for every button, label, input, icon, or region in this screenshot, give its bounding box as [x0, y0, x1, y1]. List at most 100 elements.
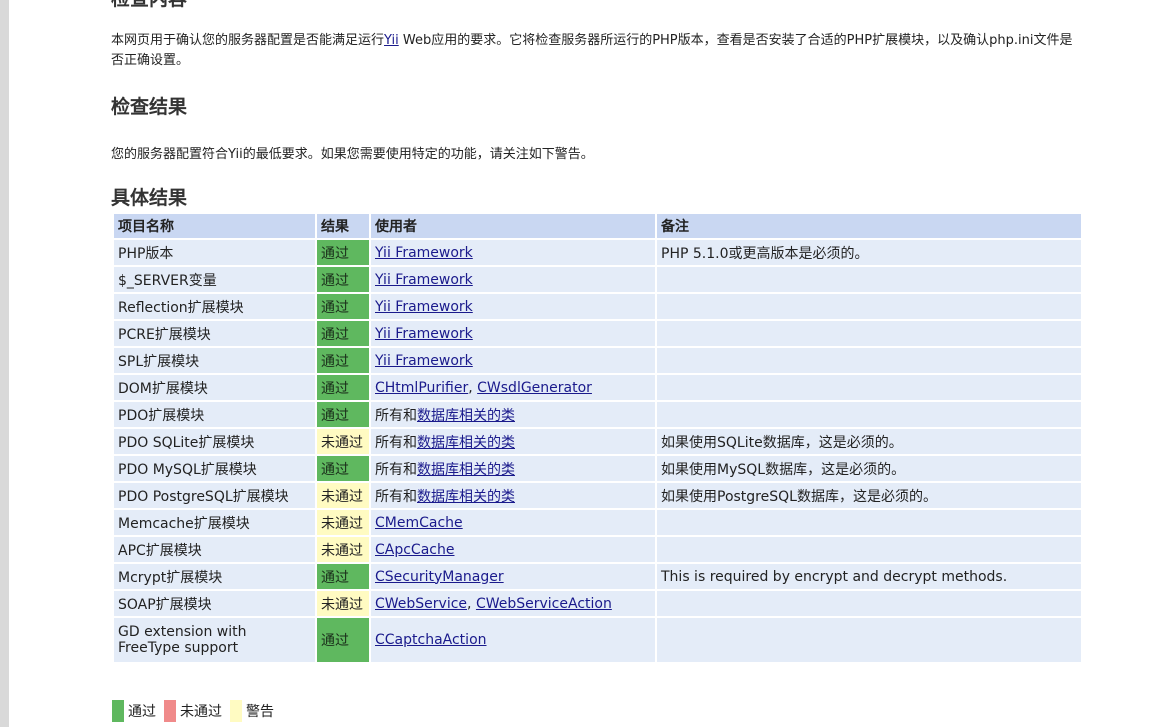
result-summary: 您的服务器配置符合Yii的最低要求。如果您需要使用特定的功能，请关注如下警告。	[111, 147, 594, 162]
intro-text-before: 本网页用于确认您的服务器配置是否能满足运行	[111, 33, 385, 48]
legend-label: 通过	[128, 704, 156, 720]
row-used-by: Yii Framework	[371, 267, 655, 292]
table-row: DOM扩展模块 通过 CHtmlPurifier, CWsdlGenerator	[114, 375, 1081, 400]
row-name: PDO SQLite扩展模块	[114, 429, 315, 454]
used-by-prefix: 所有和	[375, 461, 417, 478]
status-warn-cell: 未通过	[317, 537, 369, 562]
used-by-link[interactable]: 数据库相关的类	[417, 462, 515, 478]
row-name: PHP版本	[114, 240, 315, 265]
row-memo	[657, 618, 1081, 662]
used-by-link[interactable]: CHtmlPurifier	[375, 380, 468, 396]
table-row: SOAP扩展模块 未通过 CWebService, CWebServiceActio…	[114, 591, 1081, 616]
left-edge-bar	[0, 0, 9, 727]
row-memo	[657, 321, 1081, 346]
row-memo: This is required by encrypt and decrypt …	[657, 564, 1081, 589]
row-memo: 如果使用SQLite数据库，这是必须的。	[657, 429, 1081, 454]
status-pass-cell: 通过	[317, 321, 369, 346]
used-by-link[interactable]: CMemCache	[375, 515, 463, 531]
row-memo	[657, 375, 1081, 400]
row-name: DOM扩展模块	[114, 375, 315, 400]
row-used-by: CCaptchaAction	[371, 618, 655, 662]
used-by-prefix: 所有和	[375, 407, 417, 424]
link-separator: ,	[468, 379, 478, 396]
used-by-link[interactable]: Yii Framework	[375, 272, 473, 288]
row-name: SPL扩展模块	[114, 348, 315, 373]
used-by-link[interactable]: CSecurityManager	[375, 569, 504, 585]
table-row: PCRE扩展模块 通过 Yii Framework	[114, 321, 1081, 346]
row-used-by: Yii Framework	[371, 321, 655, 346]
row-name: PDO PostgreSQL扩展模块	[114, 483, 315, 508]
legend-label: 未通过	[180, 704, 222, 720]
row-memo	[657, 294, 1081, 319]
used-by-prefix: 所有和	[375, 434, 417, 451]
row-memo: PHP 5.1.0或更高版本是必须的。	[657, 240, 1081, 265]
status-pass-cell: 通过	[317, 564, 369, 589]
intro-paragraph: 本网页用于确认您的服务器配置是否能满足运行Yii Web应用的要求。它将检查服务…	[111, 31, 1076, 71]
used-by-link[interactable]: Yii Framework	[375, 299, 473, 315]
used-by-link[interactable]: CApcCache	[375, 542, 454, 558]
table-row: Mcrypt扩展模块 通过 CSecurityManager This is requ…	[114, 564, 1081, 589]
table-header-row: 项目名称 结果 使用者 备注	[114, 214, 1081, 238]
row-name: SOAP扩展模块	[114, 591, 315, 616]
row-used-by: Yii Framework	[371, 294, 655, 319]
table-row: PDO扩展模块 通过 所有和数据库相关的类	[114, 402, 1081, 427]
row-name: $_SERVER变量	[114, 267, 315, 292]
table-row: PHP版本 通过 Yii Framework PHP 5.1.0或更高版本是必须的。	[114, 240, 1081, 265]
status-pass-cell: 通过	[317, 375, 369, 400]
used-by-link[interactable]: CWebService	[375, 596, 467, 612]
row-used-by: 所有和数据库相关的类	[371, 402, 655, 427]
row-used-by: CMemCache	[371, 510, 655, 535]
row-used-by: 所有和数据库相关的类	[371, 483, 655, 508]
row-memo	[657, 591, 1081, 616]
legend: 通过 未通过 警告	[112, 700, 282, 722]
header-result: 结果	[317, 214, 369, 238]
status-pass-cell: 通过	[317, 456, 369, 481]
row-used-by: 所有和数据库相关的类	[371, 456, 655, 481]
header-name: 项目名称	[114, 214, 315, 238]
results-table: 项目名称 结果 使用者 备注 PHP版本 通过 Yii Framework PHP 5…	[112, 212, 1083, 664]
used-by-link[interactable]: Yii Framework	[375, 245, 473, 261]
row-memo: 如果使用MySQL数据库，这是必须的。	[657, 456, 1081, 481]
used-by-link[interactable]: CWebServiceAction	[476, 596, 612, 612]
row-used-by: Yii Framework	[371, 348, 655, 373]
table-row: $_SERVER变量 通过 Yii Framework	[114, 267, 1081, 292]
row-memo	[657, 402, 1081, 427]
table-row: SPL扩展模块 通过 Yii Framework	[114, 348, 1081, 373]
used-by-link[interactable]: 数据库相关的类	[417, 489, 515, 505]
used-by-link[interactable]: CCaptchaAction	[375, 632, 487, 648]
used-by-link[interactable]: Yii Framework	[375, 326, 473, 342]
legend-swatch	[112, 700, 124, 722]
used-by-prefix: 所有和	[375, 488, 417, 505]
table-row: Memcache扩展模块 未通过 CMemCache	[114, 510, 1081, 535]
used-by-link[interactable]: 数据库相关的类	[417, 435, 515, 451]
status-pass-cell: 通过	[317, 267, 369, 292]
status-pass-cell: 通过	[317, 402, 369, 427]
row-used-by: CHtmlPurifier, CWsdlGenerator	[371, 375, 655, 400]
header-memo: 备注	[657, 214, 1081, 238]
legend-swatch	[230, 700, 242, 722]
used-by-link[interactable]: 数据库相关的类	[417, 408, 515, 424]
status-warn-cell: 未通过	[317, 483, 369, 508]
table-row: PDO MySQL扩展模块 通过 所有和数据库相关的类 如果使用MySQL数据库，这是…	[114, 456, 1081, 481]
row-memo	[657, 510, 1081, 535]
row-used-by: Yii Framework	[371, 240, 655, 265]
yii-link[interactable]: Yii	[384, 33, 399, 48]
status-warn-cell: 未通过	[317, 429, 369, 454]
used-by-link[interactable]: Yii Framework	[375, 353, 473, 369]
row-name: Reflection扩展模块	[114, 294, 315, 319]
row-name: Mcrypt扩展模块	[114, 564, 315, 589]
legend-swatch	[164, 700, 176, 722]
row-name: APC扩展模块	[114, 537, 315, 562]
row-name: Memcache扩展模块	[114, 510, 315, 535]
row-name: GD extension with FreeType support	[114, 618, 315, 662]
row-memo	[657, 267, 1081, 292]
section-heading-check-content: 检查内容	[111, 0, 187, 11]
used-by-link[interactable]: CWsdlGenerator	[477, 380, 592, 396]
legend-label: 警告	[246, 704, 274, 720]
row-memo	[657, 348, 1081, 373]
row-memo: 如果使用PostgreSQL数据库，这是必须的。	[657, 483, 1081, 508]
row-used-by: 所有和数据库相关的类	[371, 429, 655, 454]
result-heading: 检查结果	[111, 96, 188, 118]
row-used-by: CSecurityManager	[371, 564, 655, 589]
table-row: GD extension with FreeType support 通过 CCap…	[114, 618, 1081, 662]
